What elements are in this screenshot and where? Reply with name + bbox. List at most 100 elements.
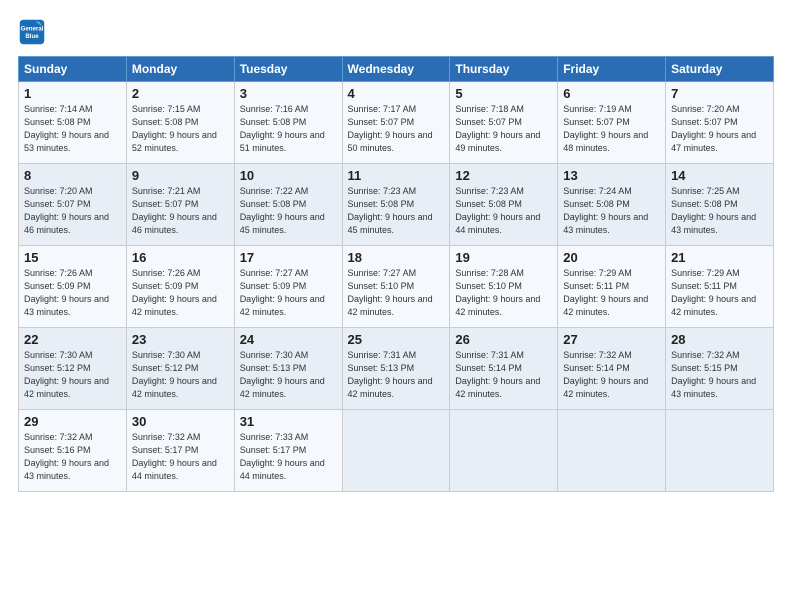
day-number: 26 <box>455 332 552 347</box>
logo: General Blue <box>18 18 50 46</box>
day-info: Sunrise: 7:32 AMSunset: 5:15 PMDaylight:… <box>671 349 768 401</box>
day-number: 7 <box>671 86 768 101</box>
day-info: Sunrise: 7:23 AMSunset: 5:08 PMDaylight:… <box>348 185 445 237</box>
day-number: 1 <box>24 86 121 101</box>
day-info: Sunrise: 7:17 AMSunset: 5:07 PMDaylight:… <box>348 103 445 155</box>
day-number: 16 <box>132 250 229 265</box>
day-number: 27 <box>563 332 660 347</box>
calendar-cell: 26 Sunrise: 7:31 AMSunset: 5:14 PMDayligh… <box>450 328 558 410</box>
day-info: Sunrise: 7:14 AMSunset: 5:08 PMDaylight:… <box>24 103 121 155</box>
day-info: Sunrise: 7:32 AMSunset: 5:16 PMDaylight:… <box>24 431 121 483</box>
svg-text:General: General <box>21 25 44 32</box>
calendar-cell: 16 Sunrise: 7:26 AMSunset: 5:09 PMDayligh… <box>126 246 234 328</box>
week-row-1: 1 Sunrise: 7:14 AMSunset: 5:08 PMDaylight… <box>19 82 774 164</box>
calendar-cell: 13 Sunrise: 7:24 AMSunset: 5:08 PMDayligh… <box>558 164 666 246</box>
calendar-cell: 21Sunrise: 7:29 AMSunset: 5:11 PMDayligh… <box>666 246 774 328</box>
day-number: 28 <box>671 332 768 347</box>
day-number: 19 <box>455 250 552 265</box>
day-info: Sunrise: 7:29 AMSunset: 5:11 PMDaylight:… <box>563 267 660 319</box>
calendar-cell: 4Sunrise: 7:17 AMSunset: 5:07 PMDaylight… <box>342 82 450 164</box>
calendar-cell: 20 Sunrise: 7:29 AMSunset: 5:11 PMDayligh… <box>558 246 666 328</box>
week-row-3: 15 Sunrise: 7:26 AMSunset: 5:09 PMDayligh… <box>19 246 774 328</box>
calendar-cell: 9Sunrise: 7:21 AMSunset: 5:07 PMDaylight… <box>126 164 234 246</box>
calendar-cell: 22Sunrise: 7:30 AMSunset: 5:12 PMDayligh… <box>19 328 127 410</box>
day-info: Sunrise: 7:30 AMSunset: 5:12 PMDaylight:… <box>24 349 121 401</box>
day-info: Sunrise: 7:26 AMSunset: 5:09 PMDaylight:… <box>132 267 229 319</box>
day-info: Sunrise: 7:16 AMSunset: 5:08 PMDaylight:… <box>240 103 337 155</box>
calendar-cell: 25Sunrise: 7:31 AMSunset: 5:13 PMDayligh… <box>342 328 450 410</box>
day-info: Sunrise: 7:28 AMSunset: 5:10 PMDaylight:… <box>455 267 552 319</box>
logo-icon: General Blue <box>18 18 46 46</box>
day-info: Sunrise: 7:18 AMSunset: 5:07 PMDaylight:… <box>455 103 552 155</box>
calendar-cell: 28 Sunrise: 7:32 AMSunset: 5:15 PMDayligh… <box>666 328 774 410</box>
calendar-cell: 23 Sunrise: 7:30 AMSunset: 5:12 PMDayligh… <box>126 328 234 410</box>
calendar-cell: 7 Sunrise: 7:20 AMSunset: 5:07 PMDaylight… <box>666 82 774 164</box>
day-number: 24 <box>240 332 337 347</box>
day-info: Sunrise: 7:22 AMSunset: 5:08 PMDaylight:… <box>240 185 337 237</box>
day-info: Sunrise: 7:15 AMSunset: 5:08 PMDaylight:… <box>132 103 229 155</box>
calendar-cell: 15 Sunrise: 7:26 AMSunset: 5:09 PMDayligh… <box>19 246 127 328</box>
day-info: Sunrise: 7:32 AMSunset: 5:17 PMDaylight:… <box>132 431 229 483</box>
day-info: Sunrise: 7:27 AMSunset: 5:09 PMDaylight:… <box>240 267 337 319</box>
calendar-cell: 30Sunrise: 7:32 AMSunset: 5:17 PMDayligh… <box>126 410 234 492</box>
day-number: 2 <box>132 86 229 101</box>
day-number: 13 <box>563 168 660 183</box>
calendar-table: SundayMondayTuesdayWednesdayThursdayFrid… <box>18 56 774 492</box>
week-row-2: 8 Sunrise: 7:20 AMSunset: 5:07 PMDaylight… <box>19 164 774 246</box>
calendar-cell: 6 Sunrise: 7:19 AMSunset: 5:07 PMDaylight… <box>558 82 666 164</box>
day-info: Sunrise: 7:26 AMSunset: 5:09 PMDaylight:… <box>24 267 121 319</box>
calendar-cell: 24 Sunrise: 7:30 AMSunset: 5:13 PMDayligh… <box>234 328 342 410</box>
calendar-cell <box>558 410 666 492</box>
calendar-cell: 14 Sunrise: 7:25 AMSunset: 5:08 PMDayligh… <box>666 164 774 246</box>
calendar-cell: 27 Sunrise: 7:32 AMSunset: 5:14 PMDayligh… <box>558 328 666 410</box>
calendar-cell <box>342 410 450 492</box>
day-number: 17 <box>240 250 337 265</box>
calendar-cell: 18Sunrise: 7:27 AMSunset: 5:10 PMDayligh… <box>342 246 450 328</box>
col-header-monday: Monday <box>126 57 234 82</box>
calendar-cell: 5Sunrise: 7:18 AMSunset: 5:07 PMDaylight… <box>450 82 558 164</box>
day-number: 20 <box>563 250 660 265</box>
calendar-cell <box>666 410 774 492</box>
day-info: Sunrise: 7:32 AMSunset: 5:14 PMDaylight:… <box>563 349 660 401</box>
day-number: 29 <box>24 414 121 429</box>
day-number: 15 <box>24 250 121 265</box>
day-number: 6 <box>563 86 660 101</box>
calendar-cell: 11 Sunrise: 7:23 AMSunset: 5:08 PMDayligh… <box>342 164 450 246</box>
day-info: Sunrise: 7:27 AMSunset: 5:10 PMDaylight:… <box>348 267 445 319</box>
col-header-tuesday: Tuesday <box>234 57 342 82</box>
day-number: 14 <box>671 168 768 183</box>
main-container: General Blue SundayMondayTuesdayWednesda… <box>0 0 792 612</box>
day-info: Sunrise: 7:23 AMSunset: 5:08 PMDaylight:… <box>455 185 552 237</box>
week-row-4: 22Sunrise: 7:30 AMSunset: 5:12 PMDayligh… <box>19 328 774 410</box>
calendar-cell: 1 Sunrise: 7:14 AMSunset: 5:08 PMDaylight… <box>19 82 127 164</box>
day-info: Sunrise: 7:33 AMSunset: 5:17 PMDaylight:… <box>240 431 337 483</box>
day-info: Sunrise: 7:20 AMSunset: 5:07 PMDaylight:… <box>24 185 121 237</box>
calendar-cell: 10 Sunrise: 7:22 AMSunset: 5:08 PMDayligh… <box>234 164 342 246</box>
col-header-saturday: Saturday <box>666 57 774 82</box>
col-header-thursday: Thursday <box>450 57 558 82</box>
day-info: Sunrise: 7:25 AMSunset: 5:08 PMDaylight:… <box>671 185 768 237</box>
day-number: 11 <box>348 168 445 183</box>
day-info: Sunrise: 7:30 AMSunset: 5:13 PMDaylight:… <box>240 349 337 401</box>
calendar-cell <box>450 410 558 492</box>
day-number: 10 <box>240 168 337 183</box>
calendar-cell: 3 Sunrise: 7:16 AMSunset: 5:08 PMDaylight… <box>234 82 342 164</box>
calendar-cell: 12 Sunrise: 7:23 AMSunset: 5:08 PMDayligh… <box>450 164 558 246</box>
day-info: Sunrise: 7:21 AMSunset: 5:07 PMDaylight:… <box>132 185 229 237</box>
day-number: 23 <box>132 332 229 347</box>
day-info: Sunrise: 7:20 AMSunset: 5:07 PMDaylight:… <box>671 103 768 155</box>
day-number: 25 <box>348 332 445 347</box>
calendar-cell: 8 Sunrise: 7:20 AMSunset: 5:07 PMDaylight… <box>19 164 127 246</box>
day-info: Sunrise: 7:19 AMSunset: 5:07 PMDaylight:… <box>563 103 660 155</box>
col-header-sunday: Sunday <box>19 57 127 82</box>
calendar-cell: 19 Sunrise: 7:28 AMSunset: 5:10 PMDayligh… <box>450 246 558 328</box>
day-info: Sunrise: 7:30 AMSunset: 5:12 PMDaylight:… <box>132 349 229 401</box>
calendar-cell: 31Sunrise: 7:33 AMSunset: 5:17 PMDayligh… <box>234 410 342 492</box>
day-info: Sunrise: 7:31 AMSunset: 5:14 PMDaylight:… <box>455 349 552 401</box>
col-header-wednesday: Wednesday <box>342 57 450 82</box>
day-number: 8 <box>24 168 121 183</box>
day-number: 12 <box>455 168 552 183</box>
day-number: 3 <box>240 86 337 101</box>
day-number: 21 <box>671 250 768 265</box>
day-info: Sunrise: 7:24 AMSunset: 5:08 PMDaylight:… <box>563 185 660 237</box>
